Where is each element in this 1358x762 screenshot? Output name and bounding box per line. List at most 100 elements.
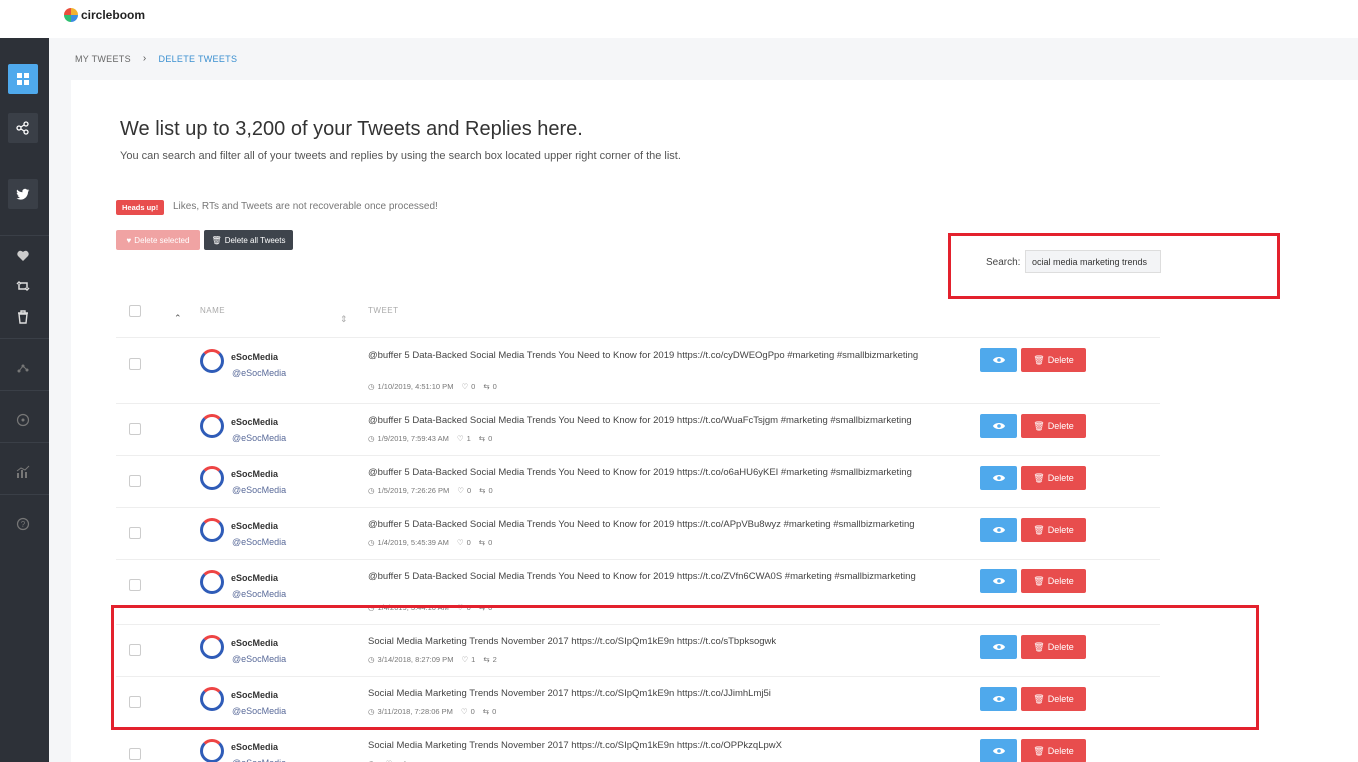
retweets-value: 0 — [488, 538, 493, 547]
delete-selected-button[interactable]: ♥ Delete selected — [116, 230, 200, 250]
user-handle[interactable]: @eSocMedia — [232, 368, 286, 378]
row-checkbox[interactable] — [129, 579, 141, 591]
row-checkbox[interactable] — [129, 423, 141, 435]
retweets-count: ⇆ 0 — [479, 538, 492, 547]
sidebar-divider — [0, 390, 49, 391]
sidebar-divider — [0, 338, 49, 339]
delete-label: Delete — [1047, 355, 1074, 365]
clock-icon: ◷ — [368, 434, 375, 443]
sort-icon[interactable]: ⇕ — [340, 314, 348, 325]
avatar — [200, 739, 224, 762]
delete-button[interactable]: 🗑 Delete — [1021, 569, 1086, 593]
user-handle[interactable]: @eSocMedia — [232, 758, 286, 762]
heart-icon: ♡ — [457, 486, 464, 495]
sidebar-divider — [0, 235, 49, 236]
user-name: eSocMedia — [231, 573, 279, 583]
delete-button[interactable]: 🗑 Delete — [1021, 739, 1086, 762]
view-button[interactable] — [980, 466, 1017, 490]
dashboard-icon[interactable] — [8, 64, 38, 94]
heart-icon: ♡ — [456, 434, 464, 443]
table-row: eSocMedia @eSocMedia @buffer 5 Data-Back… — [116, 456, 1160, 508]
avatar — [200, 349, 224, 373]
view-button[interactable] — [980, 348, 1017, 372]
trash-icon: 🗑 — [1033, 354, 1045, 365]
retweet-icon[interactable] — [10, 275, 36, 297]
retweets-value: 0 — [488, 486, 493, 495]
breadcrumb: MY TWEETS › DELETE TWEETS — [75, 53, 237, 64]
eye-icon — [992, 578, 1005, 584]
delete-button[interactable]: 🗑 Delete — [1021, 414, 1086, 438]
row-checkbox[interactable] — [129, 475, 141, 487]
tweet-text: @buffer 5 Data-Backed Social Media Trend… — [368, 350, 919, 361]
avatar — [200, 570, 224, 594]
user-name: eSocMedia — [231, 742, 279, 752]
help-icon[interactable]: ? — [10, 513, 36, 535]
svg-text:?: ? — [21, 520, 26, 529]
row-checkbox[interactable] — [129, 358, 141, 370]
row-checkbox[interactable] — [129, 748, 141, 760]
twitter-icon[interactable] — [8, 179, 38, 209]
view-button[interactable] — [980, 518, 1017, 542]
eye-icon — [992, 527, 1005, 533]
heart-icon: ♡ — [456, 538, 464, 547]
retweets-count: ⇆ 0 — [479, 486, 492, 495]
likes-value: 0 — [466, 538, 471, 547]
row-checkbox[interactable] — [129, 527, 141, 539]
tweet-meta: ◷ 1/5/2019, 7:26:26 PM ♡ 0 ⇆ 0 — [368, 486, 493, 495]
heart-broken-icon: ♥ — [126, 235, 132, 245]
user-handle[interactable]: @eSocMedia — [232, 537, 286, 547]
likes-count: ♡ 1 — [457, 434, 471, 443]
tweet-text: @buffer 5 Data-Backed Social Media Trend… — [368, 571, 916, 582]
retweet-icon: ⇆ — [478, 434, 486, 443]
tweet-meta: ◷ 1/4/2019, 5:45:39 AM ♡ 0 ⇆ 0 — [368, 538, 492, 547]
sort-up-icon[interactable]: ⌃ — [174, 313, 182, 324]
heart-broken-icon[interactable] — [10, 245, 36, 267]
delete-all-tweets-button[interactable]: 🗑 Delete all Tweets — [204, 230, 293, 250]
breadcrumb-delete-tweets[interactable]: DELETE TWEETS — [159, 54, 238, 64]
sidebar: ? — [0, 38, 49, 762]
column-name[interactable]: NAME — [200, 306, 225, 315]
share-icon[interactable] — [8, 113, 38, 143]
breadcrumb-my-tweets[interactable]: MY TWEETS — [75, 54, 131, 64]
analytics-icon[interactable] — [10, 461, 36, 483]
circleboom-logo[interactable]: circleboom — [64, 8, 145, 22]
column-tweet[interactable]: TWEET — [368, 306, 399, 315]
trash-icon: 🗑 — [1033, 524, 1045, 535]
delete-button[interactable]: 🗑 Delete — [1021, 518, 1086, 542]
table-row: eSocMedia @eSocMedia @buffer 5 Data-Back… — [116, 339, 1160, 404]
delete-label: Delete — [1047, 576, 1074, 586]
avatar — [200, 466, 224, 490]
results-highlight-box — [111, 605, 1259, 730]
user-handle[interactable]: @eSocMedia — [232, 485, 286, 495]
page-subtitle: You can search and filter all of your tw… — [120, 150, 681, 162]
chevron-right-icon: › — [142, 53, 147, 64]
date-value: 1/9/2019, 7:59:43 AM — [377, 434, 449, 443]
select-all-checkbox[interactable] — [129, 305, 141, 317]
trash-icon[interactable] — [10, 306, 36, 328]
eye-icon — [992, 748, 1005, 754]
retweets-count: ⇆ 0 — [479, 434, 492, 443]
user-handle[interactable]: @eSocMedia — [232, 589, 286, 599]
network-icon[interactable] — [10, 357, 36, 379]
table-row: eSocMedia @eSocMedia @buffer 5 Data-Back… — [116, 508, 1160, 560]
delete-button[interactable]: 🗑 Delete — [1021, 466, 1086, 490]
date-value: 1/5/2019, 7:26:26 PM — [377, 486, 450, 495]
user-name: eSocMedia — [231, 521, 279, 531]
tweet-text: @buffer 5 Data-Backed Social Media Trend… — [368, 519, 915, 530]
eye-icon — [992, 475, 1005, 481]
delete-button[interactable]: 🗑 Delete — [1021, 348, 1086, 372]
circle-target-icon[interactable] — [10, 409, 36, 431]
delete-selected-label: Delete selected — [134, 235, 190, 245]
warning-text: Likes, RTs and Tweets are not recoverabl… — [173, 201, 438, 212]
eye-icon — [992, 423, 1005, 429]
view-button[interactable] — [980, 739, 1017, 762]
view-button[interactable] — [980, 414, 1017, 438]
tweet-text: @buffer 5 Data-Backed Social Media Trend… — [368, 415, 912, 426]
user-handle[interactable]: @eSocMedia — [232, 433, 286, 443]
tweet-meta: ◷ 1/10/2019, 4:51:10 PM ♡ 0 ⇆ 0 — [368, 382, 497, 391]
heart-icon: ♡ — [461, 382, 469, 391]
view-button[interactable] — [980, 569, 1017, 593]
trash-icon: 🗑 — [211, 235, 222, 245]
logo-icon — [64, 8, 78, 22]
trash-icon: 🗑 — [1033, 745, 1045, 756]
